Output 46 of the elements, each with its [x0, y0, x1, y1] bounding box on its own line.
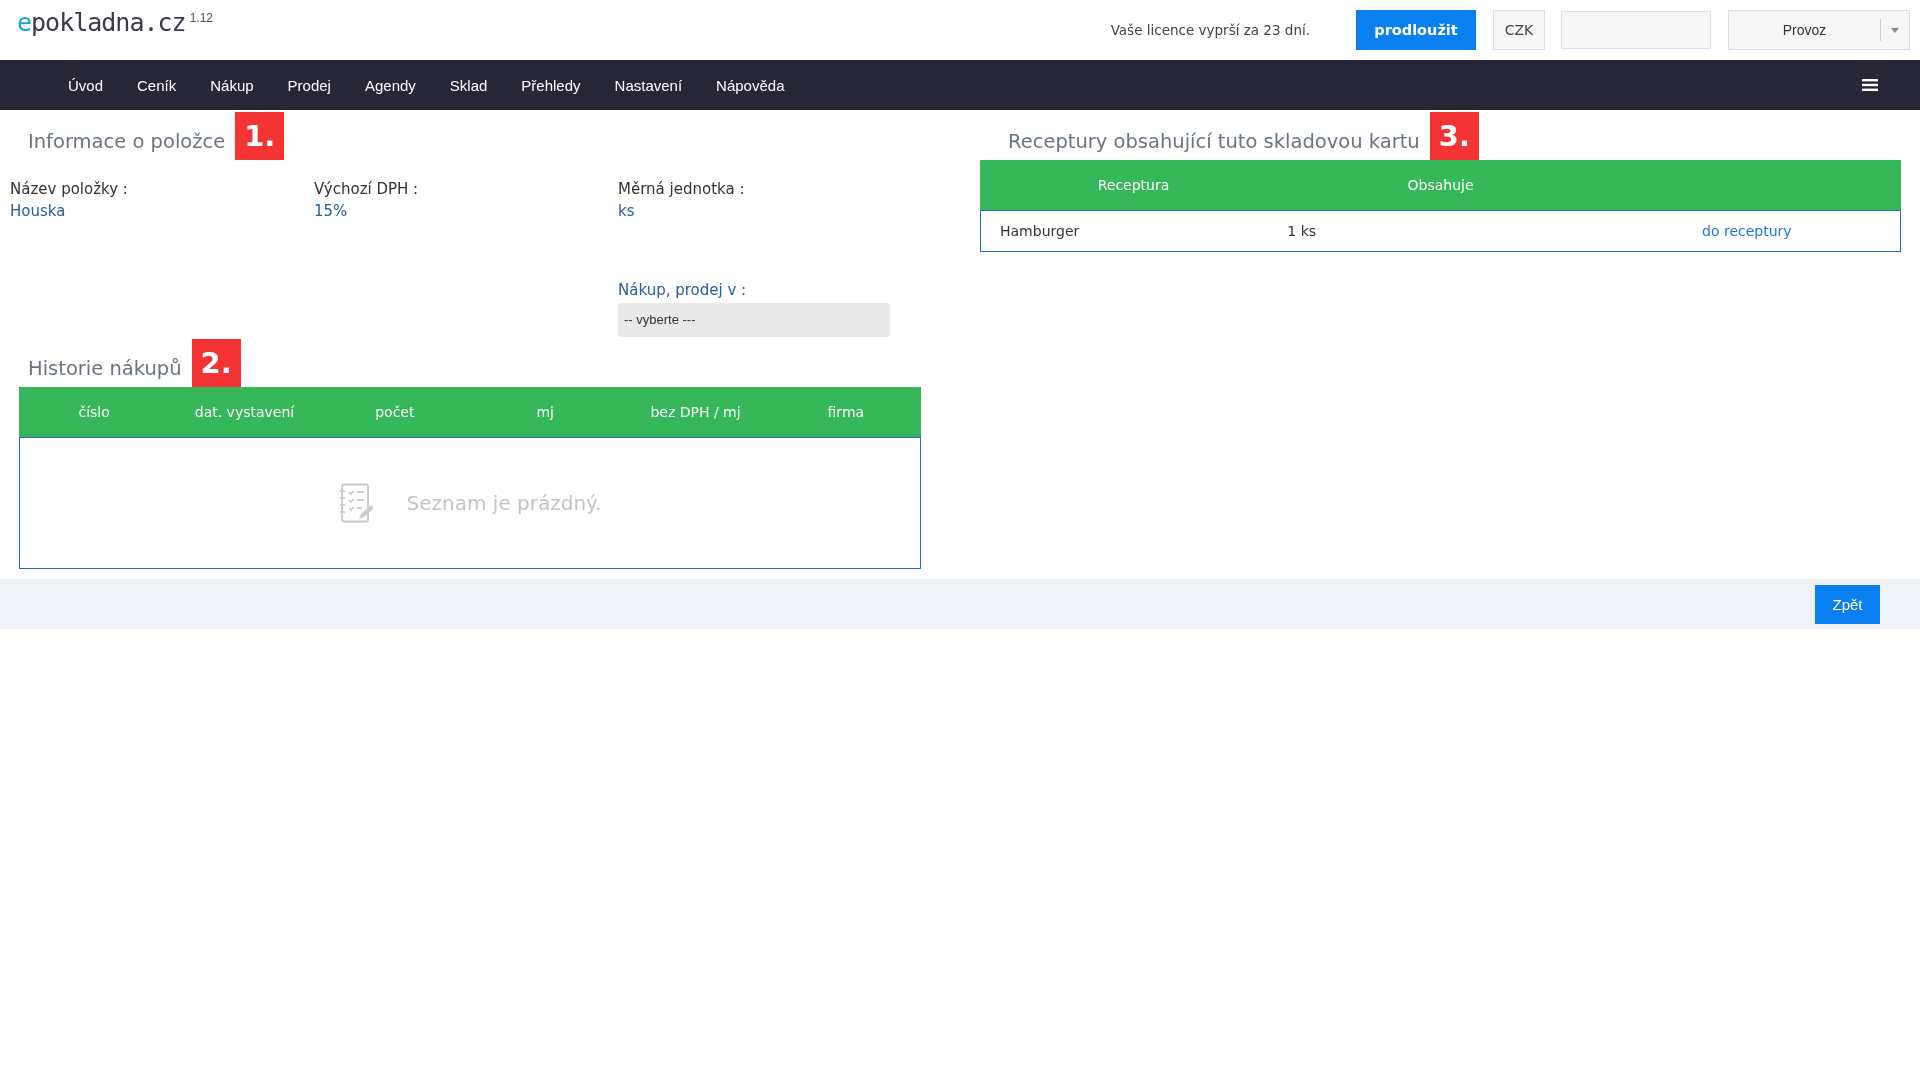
input-field[interactable] — [1561, 11, 1711, 49]
mode-select[interactable]: Provoz — [1728, 10, 1910, 50]
section-title: Historie nákupů — [28, 357, 182, 382]
license-notice: Vaše licence vyprší za 23 dní. — [1110, 22, 1310, 38]
field-label: Měrná jednotka : — [618, 179, 746, 200]
field-value: Houska — [10, 201, 67, 222]
nav-item[interactable]: Ceník — [120, 76, 194, 94]
table-cell-text: Hamburger — [999, 223, 1081, 239]
section-number-badge: 3. — [1429, 112, 1479, 160]
nav-item[interactable]: Prodej — [270, 76, 348, 94]
column-header: Obsahuje — [1406, 177, 1475, 193]
nav-item[interactable]: Nákup — [193, 76, 271, 94]
section-number-badge: 1. — [235, 112, 285, 160]
column-header: firma — [826, 404, 866, 420]
nav-item[interactable]: Sklad — [432, 76, 505, 94]
table-cell-text: 1 ks — [1287, 223, 1318, 239]
field-value: 15% — [314, 201, 349, 222]
menu-icon[interactable] — [1862, 79, 1878, 91]
dropdown-field[interactable]: -- vyberte --- — [618, 303, 890, 337]
version-label: 1.12 — [189, 11, 213, 25]
empty-list-message: Seznam je prázdný. — [406, 491, 602, 515]
nav-item[interactable]: Přehledy — [504, 76, 598, 94]
column-header: dat. vystavení — [193, 404, 296, 420]
currency-button[interactable]: CZK — [1493, 10, 1545, 50]
recipe-link[interactable]: do receptury — [1593, 223, 1900, 239]
field-label: Nákup, prodej v : — [618, 280, 748, 301]
nav-item[interactable]: Úvod — [51, 76, 121, 94]
nav-item[interactable]: Nápověda — [699, 76, 802, 94]
back-button[interactable]: Zpět — [1815, 584, 1880, 624]
nav-item[interactable]: Agendy — [347, 76, 433, 94]
column-header: bez DPH / mj — [649, 404, 742, 420]
section-title: Informace o položce — [28, 130, 226, 155]
nav-item[interactable]: Nastavení — [597, 76, 700, 94]
column-header: Receptura — [1096, 177, 1171, 193]
logo[interactable]: epokladna.cz — [17, 8, 186, 37]
caret-icon — [1891, 27, 1899, 33]
renew-button[interactable]: prodloužit — [1356, 10, 1476, 50]
field-label: Název položky : — [10, 179, 129, 200]
section-title: Receptury obsahující tuto skladovou kartu — [1008, 130, 1420, 155]
column-header: mj — [535, 404, 555, 420]
field-label: Výchozí DPH : — [314, 179, 420, 200]
column-header: počet — [374, 404, 416, 420]
column-header: číslo — [77, 404, 111, 420]
field-value: ks — [618, 201, 636, 222]
notebook-icon — [338, 483, 373, 523]
section-number-badge: 2. — [191, 339, 241, 387]
